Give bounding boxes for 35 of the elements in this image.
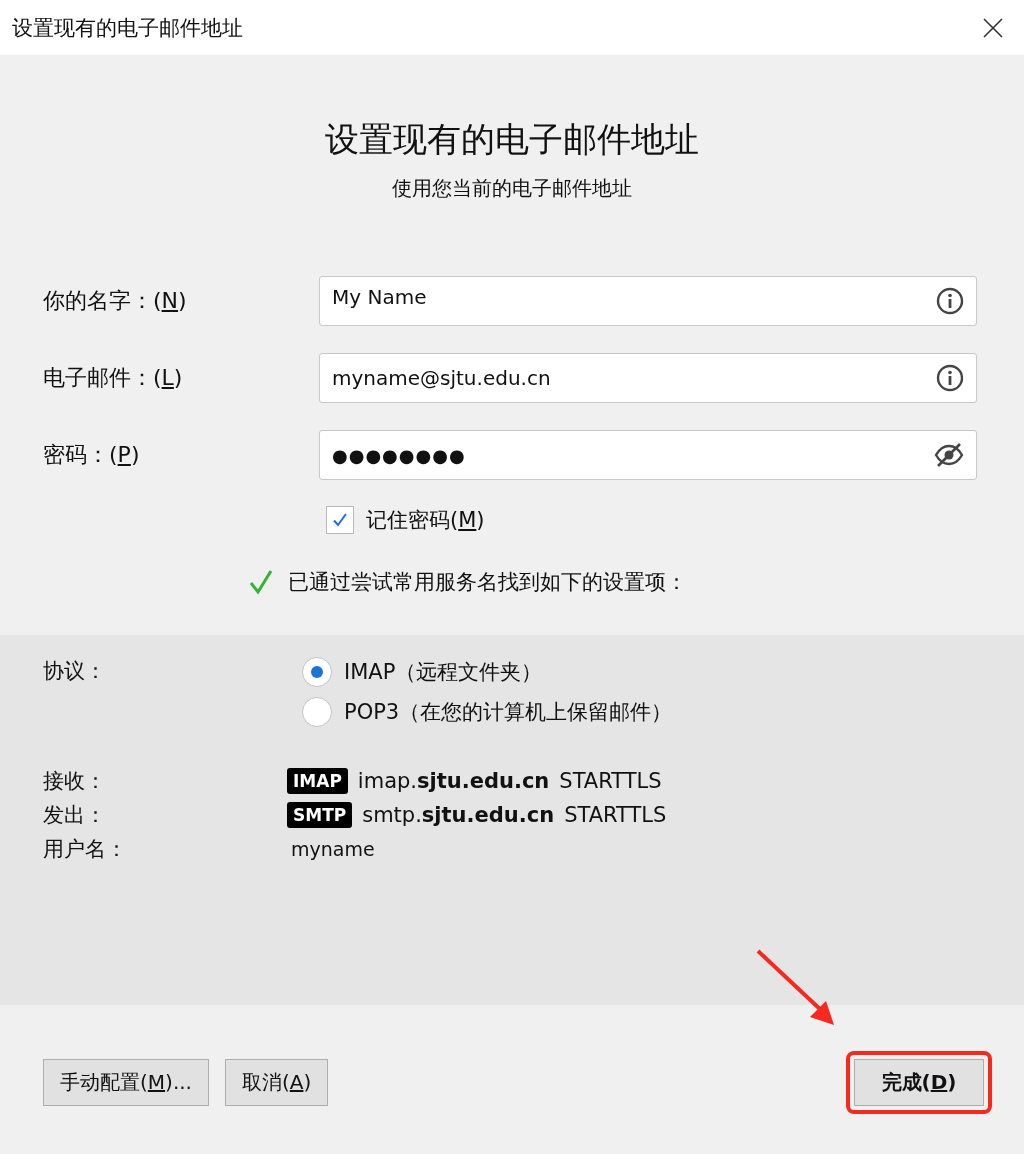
field-label: 密码：(P) [43, 441, 141, 469]
security-type: STARTTLS [559, 769, 662, 793]
radio-label[interactable]: IMAP（远程文件夹） [344, 658, 543, 686]
username-label: 用户名： [43, 836, 128, 863]
done-button[interactable]: 完成(D) [854, 1059, 984, 1106]
input-field[interactable]: ●●●●●●●● [319, 430, 977, 480]
protocol-label: 协议： [43, 658, 107, 685]
checkbox-label[interactable]: 记住密码(M) [366, 506, 485, 534]
status-message: 已通过尝试常用服务名找到如下的设置项： [288, 569, 687, 596]
protocol-badge: SMTP [287, 802, 353, 828]
server-label: 接收： [43, 768, 107, 795]
protocol-badge: IMAP [287, 768, 348, 794]
window-title: 设置现有的电子邮件地址 [12, 14, 243, 42]
username-value: myname [291, 838, 375, 860]
dialog-button[interactable]: 手动配置(M)... [43, 1059, 209, 1106]
input-field[interactable]: My Name [319, 276, 977, 326]
dialog-subheading: 使用您当前的电子邮件地址 [392, 175, 632, 202]
checkbox[interactable] [326, 506, 354, 534]
field-label: 你的名字：(N) [43, 287, 188, 315]
dialog-heading: 设置现有的电子邮件地址 [325, 118, 699, 161]
radio-button[interactable] [302, 657, 332, 687]
dialog-button[interactable]: 取消(A) [224, 1059, 329, 1106]
info-icon[interactable] [936, 364, 964, 392]
field-label: 电子邮件：(L) [43, 364, 184, 392]
close-icon[interactable] [982, 16, 1004, 39]
server-host: imap.sjtu.edu.cn [357, 769, 550, 793]
server-host: smtp.sjtu.edu.cn [362, 803, 555, 827]
checkmark-icon [248, 569, 274, 595]
radio-label[interactable]: POP3（在您的计算机上保留邮件） [344, 698, 673, 726]
info-icon[interactable] [936, 287, 964, 315]
input-field[interactable]: myname@sjtu.edu.cn [319, 353, 977, 403]
security-type: STARTTLS [564, 803, 667, 827]
eye-slash-icon[interactable] [934, 441, 964, 469]
server-label: 发出： [43, 802, 107, 829]
radio-button[interactable] [302, 697, 332, 727]
